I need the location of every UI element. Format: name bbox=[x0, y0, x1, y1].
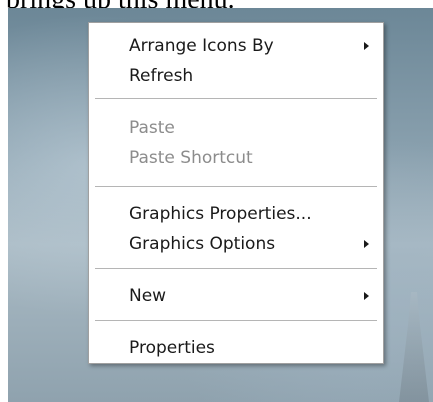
menu-item-label: Graphics Options bbox=[129, 234, 276, 254]
menu-item-refresh[interactable]: Refresh bbox=[129, 61, 375, 91]
desktop-context-menu: Arrange Icons By Refresh Paste Paste Sho… bbox=[88, 22, 384, 364]
menu-item-label: Arrange Icons By bbox=[129, 36, 274, 56]
menu-item-arrange-icons-by[interactable]: Arrange Icons By bbox=[129, 31, 375, 61]
submenu-arrow-icon bbox=[364, 292, 369, 300]
menu-separator bbox=[95, 268, 377, 270]
submenu-arrow-icon bbox=[364, 42, 369, 50]
menu-item-label: New bbox=[129, 286, 167, 306]
menu-item-paste[interactable]: Paste bbox=[129, 113, 375, 143]
background-tower-image bbox=[399, 292, 429, 402]
menu-item-label: Properties bbox=[129, 338, 215, 358]
screenshot-page: brings up this menu. Arrange Icons By Re… bbox=[0, 0, 433, 402]
menu-item-label: Paste bbox=[129, 118, 175, 138]
menu-item-label: Paste Shortcut bbox=[129, 148, 253, 168]
menu-item-new[interactable]: New bbox=[129, 281, 375, 311]
menu-item-label: Graphics Properties... bbox=[129, 204, 312, 224]
submenu-arrow-icon bbox=[364, 240, 369, 248]
menu-item-label: Refresh bbox=[129, 66, 194, 86]
menu-separator bbox=[95, 186, 377, 188]
menu-item-graphics-properties[interactable]: Graphics Properties... bbox=[129, 199, 375, 229]
menu-separator bbox=[95, 320, 377, 322]
menu-item-properties[interactable]: Properties bbox=[129, 333, 375, 363]
menu-separator bbox=[95, 98, 377, 100]
menu-item-graphics-options[interactable]: Graphics Options bbox=[129, 229, 375, 259]
menu-item-paste-shortcut[interactable]: Paste Shortcut bbox=[129, 143, 375, 173]
